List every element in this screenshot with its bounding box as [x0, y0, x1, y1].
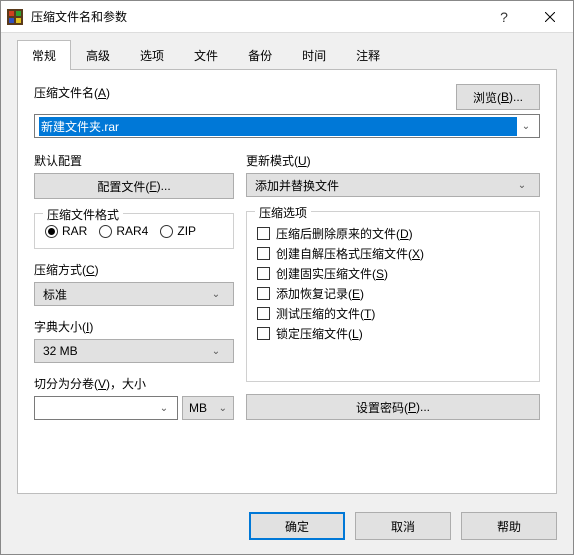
chevron-down-icon: ⌄ — [517, 121, 535, 132]
dictionary-size-label: 字典大小(I) — [34, 318, 234, 335]
archive-format-legend: 压缩文件格式 — [43, 206, 123, 223]
checkbox-icon — [257, 247, 270, 260]
default-profile-label: 默认配置 — [34, 152, 234, 169]
chevron-down-icon: ⌄ — [155, 403, 173, 414]
radio-icon — [160, 225, 173, 238]
help-button[interactable]: ? — [481, 1, 527, 33]
tab-general[interactable]: 常规 — [17, 40, 71, 70]
compression-method-label: 压缩方式(C) — [34, 261, 234, 278]
profiles-button[interactable]: 配置文件(F)... — [34, 173, 234, 199]
checkbox-icon — [257, 287, 270, 300]
dialog-footer: 确定 取消 帮助 — [1, 504, 573, 554]
radio-icon — [99, 225, 112, 238]
checkbox-icon — [257, 227, 270, 240]
chevron-down-icon: ⌄ — [219, 403, 227, 414]
app-icon — [7, 9, 23, 25]
titlebar: 压缩文件名和参数 ? — [1, 1, 573, 33]
checkbox-icon — [257, 267, 270, 280]
chevron-down-icon: ⌄ — [207, 289, 225, 300]
tab-options[interactable]: 选项 — [125, 40, 179, 70]
archive-name-value: 新建文件夹.rar — [39, 117, 517, 136]
tab-advanced[interactable]: 高级 — [71, 40, 125, 70]
archive-format-group: 压缩文件格式 RAR RAR4 ZIP — [34, 213, 234, 249]
update-mode-combo[interactable]: 添加并替换文件 ⌄ — [246, 173, 540, 197]
tab-panel-general: 压缩文件名(A) 浏览(B)... 新建文件夹.rar ⌄ 默认配置 配置文件(… — [17, 69, 557, 494]
tab-files[interactable]: 文件 — [179, 40, 233, 70]
archiving-options-group: 压缩选项 压缩后删除原来的文件(D) 创建自解压格式压缩文件(X) 创建固实压缩… — [246, 211, 540, 382]
tab-backup[interactable]: 备份 — [233, 40, 287, 70]
checkbox-icon — [257, 307, 270, 320]
tab-time[interactable]: 时间 — [287, 40, 341, 70]
dialog-window: 压缩文件名和参数 ? 常规 高级 选项 文件 备份 时间 注释 压缩文件名(A)… — [0, 0, 574, 555]
archive-name-label: 压缩文件名(A) — [34, 84, 456, 101]
help-footer-button[interactable]: 帮助 — [461, 512, 557, 540]
update-mode-label: 更新模式(U) — [246, 152, 540, 169]
opt-lock-archive-checkbox[interactable]: 锁定压缩文件(L) — [257, 325, 529, 342]
browse-button[interactable]: 浏览(B)... — [456, 84, 540, 110]
opt-create-sfx-checkbox[interactable]: 创建自解压格式压缩文件(X) — [257, 245, 529, 262]
ok-button[interactable]: 确定 — [249, 512, 345, 540]
opt-test-archive-checkbox[interactable]: 测试压缩的文件(T) — [257, 305, 529, 322]
opt-add-recovery-checkbox[interactable]: 添加恢复记录(E) — [257, 285, 529, 302]
close-button[interactable] — [527, 1, 573, 33]
split-unit-combo[interactable]: MB ⌄ — [182, 396, 234, 420]
cancel-button[interactable]: 取消 — [355, 512, 451, 540]
chevron-down-icon: ⌄ — [207, 346, 225, 357]
split-size-combo[interactable]: ⌄ — [34, 396, 178, 420]
set-password-button[interactable]: 设置密码(P)... — [246, 394, 540, 420]
format-zip-radio[interactable]: ZIP — [160, 224, 196, 238]
archive-name-combo[interactable]: 新建文件夹.rar ⌄ — [34, 114, 540, 138]
dictionary-size-combo[interactable]: 32 MB ⌄ — [34, 339, 234, 363]
opt-delete-after-checkbox[interactable]: 压缩后删除原来的文件(D) — [257, 225, 529, 242]
window-title: 压缩文件名和参数 — [31, 8, 481, 25]
radio-checked-icon — [45, 225, 58, 238]
checkbox-icon — [257, 327, 270, 340]
opt-create-solid-checkbox[interactable]: 创建固实压缩文件(S) — [257, 265, 529, 282]
compression-method-combo[interactable]: 标准 ⌄ — [34, 282, 234, 306]
archiving-options-legend: 压缩选项 — [255, 204, 311, 221]
tabs: 常规 高级 选项 文件 备份 时间 注释 — [1, 33, 573, 69]
format-rar-radio[interactable]: RAR — [45, 224, 87, 238]
format-rar4-radio[interactable]: RAR4 — [99, 224, 148, 238]
chevron-down-icon: ⌄ — [513, 180, 531, 191]
split-volumes-label: 切分为分卷(V)，大小 — [34, 375, 234, 392]
tab-comment[interactable]: 注释 — [341, 40, 395, 70]
